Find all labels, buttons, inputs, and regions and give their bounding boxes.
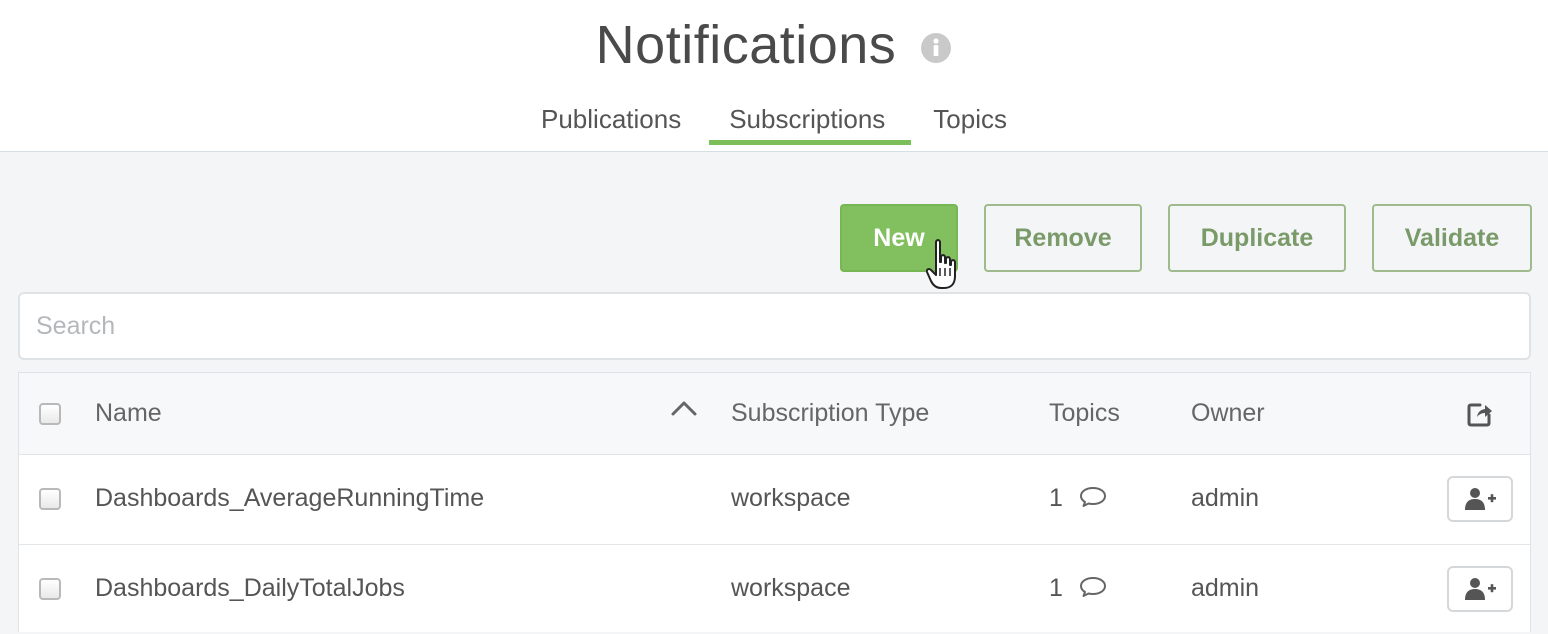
tab-publications[interactable]: Publications (521, 96, 701, 142)
row-checkbox[interactable] (39, 578, 61, 600)
column-header-owner[interactable]: Owner (1191, 399, 1265, 428)
page-title: Notifications (595, 15, 897, 75)
select-all-checkbox[interactable] (39, 403, 61, 425)
row-owner: admin (1191, 574, 1260, 602)
table-row[interactable]: Dashboards_DailyTotalJobs workspace 1 ad… (19, 544, 1530, 634)
row-subscription-type: workspace (731, 484, 851, 512)
speech-bubble-icon (1079, 487, 1106, 507)
column-header-name[interactable]: Name (95, 399, 162, 428)
table-row[interactable]: Dashboards_AverageRunningTime workspace … (19, 454, 1530, 545)
add-user-icon (1465, 578, 1496, 600)
row-topics-count: 1 (1049, 574, 1063, 602)
row-topics: 1 (1049, 574, 1108, 603)
page-header: Notifications Publications Subscriptions… (0, 0, 1548, 152)
row-topics: 1 (1049, 484, 1108, 513)
remove-button[interactable]: Remove (984, 204, 1142, 272)
add-user-button[interactable] (1447, 566, 1513, 612)
add-user-button[interactable] (1447, 476, 1513, 522)
row-owner: admin (1191, 484, 1260, 512)
row-name[interactable]: Dashboards_DailyTotalJobs (95, 574, 405, 603)
subscriptions-table: Name Subscription Type Topics Owner Dash… (18, 372, 1531, 632)
row-subscription-type: workspace (731, 574, 851, 602)
title-row: Notifications (0, 10, 1548, 80)
tab-subscriptions[interactable]: Subscriptions (709, 96, 912, 145)
search-input[interactable] (18, 292, 1531, 360)
table-header-row: Name Subscription Type Topics Owner (19, 373, 1530, 455)
export-icon[interactable] (1465, 399, 1495, 429)
validate-button[interactable]: Validate (1372, 204, 1532, 272)
row-checkbox[interactable] (39, 488, 61, 510)
new-button[interactable]: New (840, 204, 958, 272)
row-topics-count: 1 (1049, 484, 1063, 512)
duplicate-button[interactable]: Duplicate (1168, 204, 1346, 272)
row-name[interactable]: Dashboards_AverageRunningTime (95, 484, 484, 513)
add-user-icon (1465, 488, 1496, 510)
tab-topics[interactable]: Topics (913, 96, 1027, 142)
column-header-topics[interactable]: Topics (1049, 399, 1120, 428)
column-header-subscription-type[interactable]: Subscription Type (731, 399, 929, 428)
speech-bubble-icon (1079, 577, 1106, 597)
chevron-up-icon[interactable] (669, 397, 699, 419)
tab-bar: Publications Subscriptions Topics (0, 96, 1548, 152)
info-circle-icon[interactable] (920, 32, 952, 64)
